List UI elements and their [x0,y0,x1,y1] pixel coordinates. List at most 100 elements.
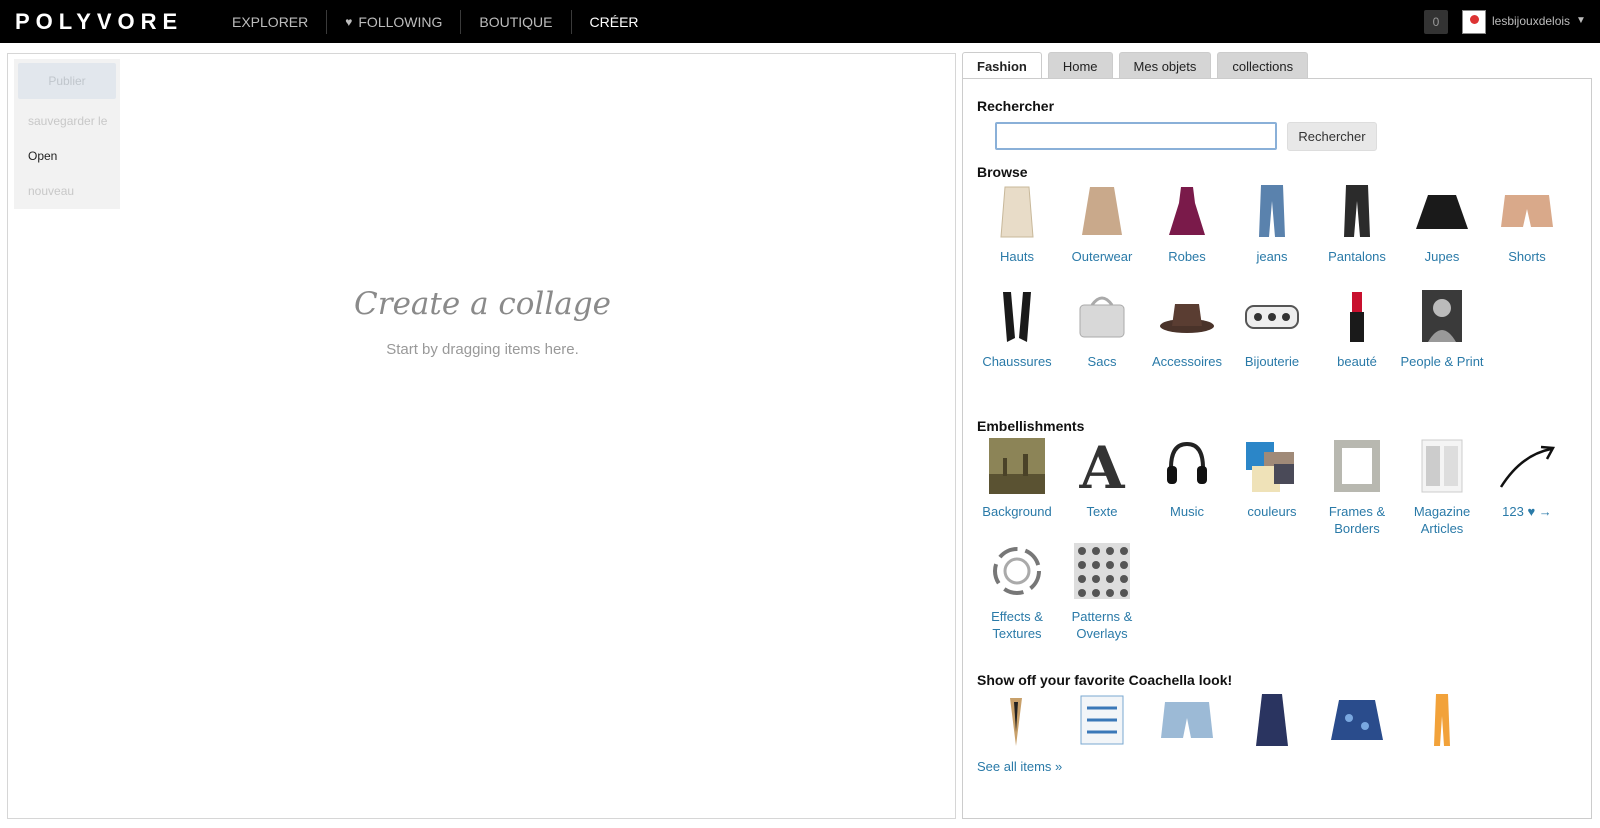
see-all-link[interactable]: See all items » [977,759,1062,774]
search-input[interactable] [995,122,1277,150]
browse-label: Pantalons [1328,249,1386,264]
embellish-item-123[interactable]: 123 ♥ → [1484,437,1570,520]
browse-item-chaussures[interactable]: Chaussures [974,287,1060,370]
collage-menu: Publier sauvegarder le Open nouveau [14,59,120,209]
print-skirt-icon [1331,700,1383,740]
embellish-item-effects[interactable]: Effects & Textures [974,542,1060,642]
panel-tabs: Fashion Home Mes objets collections [962,52,1309,80]
pants-icon [1344,185,1370,237]
search-button[interactable]: Rechercher [1287,122,1377,151]
coachella-item[interactable] [1399,691,1485,749]
nav-creer-label: CRÉER [589,13,639,30]
embellish-item-music[interactable]: Music [1144,437,1230,520]
tab-fashion[interactable]: Fashion [962,52,1042,80]
browse-item-sacs[interactable]: Sacs [1059,287,1145,370]
jacket-icon [1082,187,1122,235]
coachella-item[interactable] [1314,691,1400,749]
embellish-item-couleurs[interactable]: couleurs [1229,437,1315,520]
embellish-item-texte[interactable]: A Texte [1059,437,1145,520]
browse-item-pantalons[interactable]: Pantalons [1314,182,1400,265]
tab-collections[interactable]: collections [1217,52,1309,79]
nav-creer[interactable]: CRÉER [570,9,657,34]
nav-following[interactable]: ♥ FOLLOWING [326,9,460,34]
browse-label: jeans [1256,249,1288,264]
embellish-item-magazine[interactable]: Magazine Articles [1399,437,1485,537]
nav-explorer[interactable]: EXPLORER [214,10,326,34]
tab-mes-objets[interactable]: Mes objets [1118,52,1212,79]
browse-label: Shorts [1508,249,1546,264]
browse-item-robes[interactable]: Robes [1144,182,1230,265]
coachella-item[interactable] [1144,691,1230,749]
pattern-icon [1074,543,1130,599]
browse-item-beaute[interactable]: beauté [1314,287,1400,370]
browse-item-bijouterie[interactable]: Bijouterie [1229,287,1315,370]
avatar[interactable] [1462,10,1486,34]
bracelet-icon [1245,305,1299,329]
browse-label: beauté [1337,354,1377,369]
svg-text:A: A [1078,438,1125,494]
polyvore-logo[interactable]: POLYVORE [15,9,183,35]
jeans-icon [1259,185,1285,237]
shoes-icon [1003,292,1031,342]
browse-label: Bijouterie [1244,354,1300,369]
lipstick-icon [1350,292,1364,342]
frame-icon [1334,440,1380,492]
browse-label: Sacs [1087,354,1117,369]
embellishments-heading: Embellishments [977,418,1085,434]
letter-a-icon: A [1078,438,1125,494]
embellish-item-background[interactable]: Background [974,437,1060,520]
nav-explorer-label: EXPLORER [232,13,309,30]
denim-shorts-icon [1161,702,1213,738]
embellish-item-frames[interactable]: Frames & Borders [1314,437,1400,537]
new-link[interactable]: nouveau [28,184,74,198]
browse-item-jupes[interactable]: Jupes [1399,182,1485,265]
username[interactable]: lesbijouxdelois [1492,14,1570,28]
top-icon [1000,186,1034,238]
embellish-label: Patterns & Overlays [1071,609,1133,641]
headphones-icon [1167,441,1207,484]
coachella-heading: Show off your favorite Coachella look! [977,672,1233,688]
browse-item-jeans[interactable]: jeans [1229,182,1315,265]
background-image-icon [989,438,1045,494]
browse-item-accessoires[interactable]: Accessoires [1144,287,1230,370]
open-link[interactable]: Open [28,149,57,163]
notification-count[interactable]: 0 [1424,10,1448,34]
browse-label: People & Print [1400,354,1484,369]
color-swatches-icon [1246,442,1294,492]
browse-item-shorts[interactable]: Shorts [1484,182,1570,265]
browse-item-hauts[interactable]: Hauts [974,182,1060,265]
embellish-label: Magazine Articles [1413,504,1471,536]
bag-icon [1079,296,1125,338]
heart-icon: ♥ [345,14,353,29]
collage-title: Create a collage [354,286,611,322]
tab-home[interactable]: Home [1047,52,1113,79]
embellish-label: Music [1170,504,1204,519]
collage-subtitle: Start by dragging items here. [386,341,579,358]
chevron-down-icon[interactable]: ▼ [1576,15,1586,26]
portrait-icon [1422,290,1462,342]
coachella-item[interactable] [974,691,1060,749]
coachella-item[interactable] [1059,691,1145,749]
coachella-item[interactable] [1229,691,1315,749]
browse-item-people-print[interactable]: People & Print [1399,287,1485,370]
browse-label: Hauts [1000,249,1034,264]
magazine-icon [1421,439,1463,493]
jumpsuit-icon [1434,694,1450,746]
collage-canvas[interactable]: Publier sauvegarder le Open nouveau Crea… [7,53,956,819]
top-navigation-bar: POLYVORE EXPLORER ♥ FOLLOWING BOUTIQUE CR… [0,0,1600,43]
tank-top-icon [1256,694,1288,746]
save-link[interactable]: sauvegarder le [28,114,107,128]
skirt-icon [1416,195,1468,229]
item-browser-panel: Rechercher Rechercher Browse Hauts Outer… [962,78,1592,819]
nav-following-label: FOLLOWING [358,13,443,30]
embellish-item-patterns[interactable]: Patterns & Overlays [1059,542,1145,642]
main-nav: EXPLORER ♥ FOLLOWING BOUTIQUE CRÉER [214,0,657,43]
browse-item-outerwear[interactable]: Outerwear [1059,182,1145,265]
browse-label: Chaussures [982,354,1052,369]
nav-boutique[interactable]: BOUTIQUE [460,9,570,34]
embellish-label: Texte [1086,504,1118,519]
nav-boutique-label: BOUTIQUE [479,13,553,30]
publish-button[interactable]: Publier [18,63,116,99]
embroidered-top-icon [1080,695,1124,745]
browse-label: Outerwear [1071,249,1133,264]
